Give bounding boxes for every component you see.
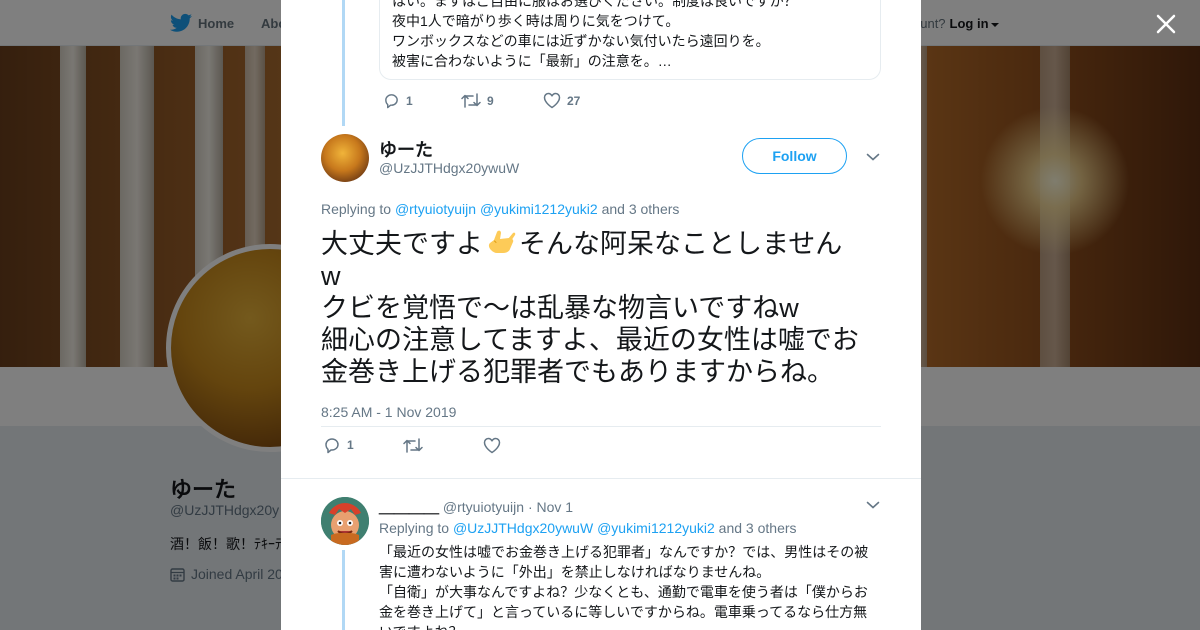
replying-prefix: Replying to (321, 201, 395, 217)
cartoon-avatar-icon (321, 497, 369, 545)
reply-tweet-handle[interactable]: @rtyuiotyuijn (443, 499, 524, 515)
reply-tweet-header: ＿＿＿＿ @rtyuiotyuijn · Nov 1 (379, 496, 573, 517)
heart-icon (543, 92, 561, 109)
chevron-down-icon[interactable] (866, 152, 880, 162)
heart-icon (483, 437, 501, 453)
replying-suffix: and 3 others (714, 520, 797, 536)
divider (281, 478, 921, 479)
thread-line-top (342, 0, 345, 126)
quoted-tweet-line: ワンボックスなどの車には近ずかない気付いたら遠回りを。 (392, 33, 770, 49)
tweet-permalink-modal: はい。ますはご自由に服はお選びください。制度は良いですか？ 夜中1人で暗がり歩く… (281, 0, 921, 630)
retweet-icon (461, 93, 481, 108)
reply-tweet-line: 金を巻き上げて」と言っているに等しいですからね。電車乗ってるなら仕方無 (379, 604, 868, 620)
quoted-tweet-line: はい。ますはご自由に服はお選びください。制度は良いですか？ (392, 0, 798, 9)
reply-icon (325, 438, 339, 454)
main-tweet-name[interactable]: ゆーた (379, 136, 433, 162)
reply-action[interactable]: 1 (383, 92, 461, 109)
tweet-timestamp[interactable]: 8:25 AM - 1 Nov 2019 (321, 404, 456, 420)
reply-tweet-avatar[interactable] (321, 497, 369, 545)
replying-prefix: Replying to (379, 520, 453, 536)
reply-tweet-line: 害に遭わないように「外出」を禁止しなければなりませんね。 (379, 564, 771, 580)
reply-tweet-line: いですよね？ (379, 622, 879, 630)
call-me-hand-emoji-icon (488, 230, 516, 253)
reply-tweet-text: 「最近の女性は嘘でお金巻き上げる犯罪者」なんですか？では、男性はその被 害に遭わ… (379, 542, 879, 630)
like-action[interactable]: 27 (543, 92, 580, 109)
reply-action[interactable]: 1 (323, 436, 403, 454)
like-count: 27 (567, 93, 581, 108)
reply-replying-to: Replying to @UzJJTHdgx20ywuW @yukimi1212… (379, 520, 797, 536)
quoted-tweet-card[interactable]: はい。ますはご自由に服はお選びください。制度は良いですか？ 夜中1人で暗がり歩く… (379, 0, 881, 80)
reply-icon (385, 94, 398, 109)
replying-suffix: and 3 others (597, 201, 680, 217)
retweet-count: 9 (487, 93, 494, 108)
main-tweet-actions: 1 (323, 436, 501, 454)
replying-user-link[interactable]: @yukimi1212yuki2 (597, 520, 715, 536)
reply-tweet-name[interactable]: ＿＿＿＿ (379, 499, 439, 516)
reply-tweet-date[interactable]: · Nov 1 (528, 499, 573, 515)
reply-count: 1 (347, 438, 354, 452)
main-tweet-text: 大丈夫ですよ そんな阿呆なことしません w クビを覚悟で〜は乱暴な物言いですねw … (321, 228, 891, 388)
retweet-icon (403, 437, 423, 453)
replying-user-link[interactable]: @UzJJTHdgx20ywuW (453, 520, 593, 536)
divider (321, 426, 881, 427)
close-icon[interactable] (1152, 10, 1180, 38)
main-tweet-handle[interactable]: @UzJJTHdgx20ywuW (379, 160, 519, 176)
quoted-tweet-line: 被害に合わないように「最新」の注意を。… (392, 53, 672, 69)
quoted-tweet-line: 夜中1人で暗がり歩く時は周りに気をつけて。 (392, 13, 680, 29)
thread-line-bottom (342, 550, 345, 630)
reply-tweet-line: 「自衛」が大事なんですよね？少なくとも、通勤で電車を使う者は「僕からお (379, 584, 868, 600)
main-tweet-avatar[interactable] (321, 134, 369, 182)
replying-user-link[interactable]: @rtyuiotyuijn (395, 201, 476, 217)
like-action[interactable] (483, 437, 501, 454)
reply-count: 1 (406, 93, 413, 108)
reply-tweet-line: 「最近の女性は嘘でお金巻き上げる犯罪者」なんですか？では、男性はその被 (379, 544, 869, 560)
follow-button[interactable]: Follow (742, 138, 847, 174)
replying-user-link[interactable]: @yukimi1212yuki2 (480, 201, 598, 217)
tweet-text-part: 大丈夫ですよ (321, 229, 483, 259)
main-replying-to: Replying to @rtyuiotyuijn @yukimi1212yuk… (321, 201, 679, 217)
retweet-action[interactable] (403, 437, 483, 454)
chevron-down-icon[interactable] (866, 500, 880, 510)
prev-tweet-actions: 1 9 27 (383, 92, 580, 109)
retweet-action[interactable]: 9 (461, 92, 543, 109)
